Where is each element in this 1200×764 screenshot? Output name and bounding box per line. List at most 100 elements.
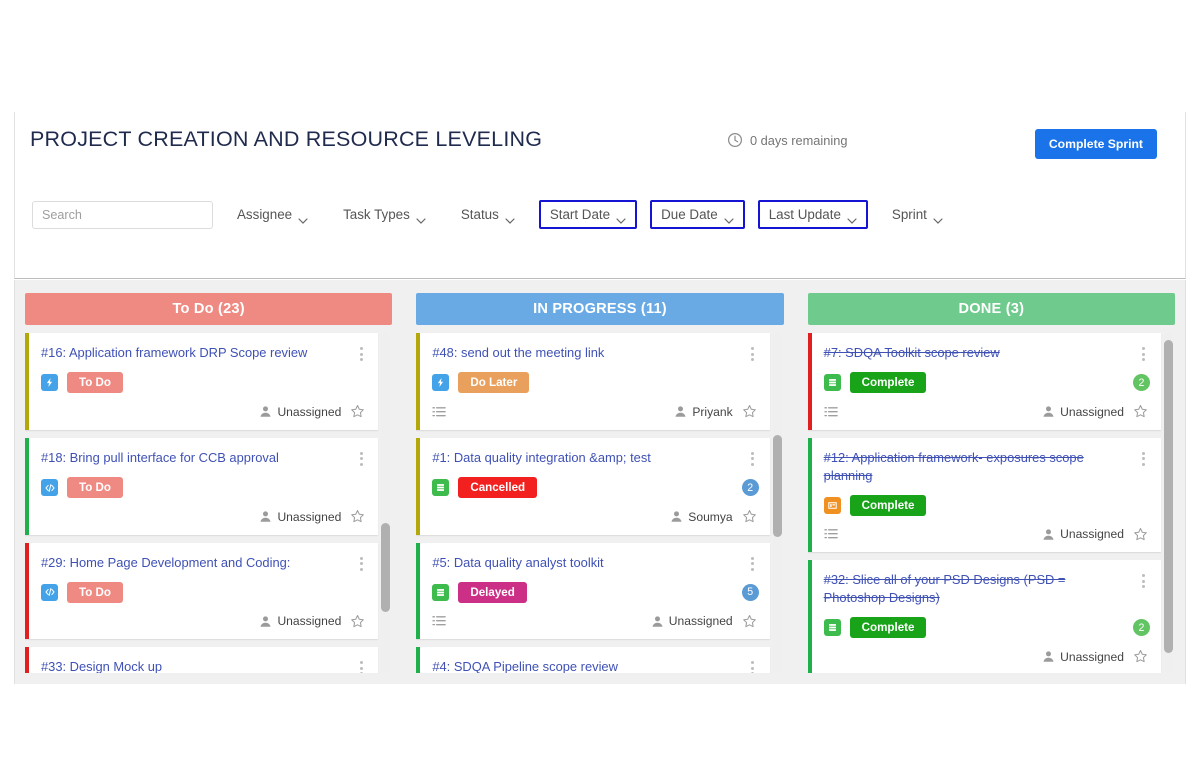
filter-label: Due Date xyxy=(661,207,718,222)
person-icon xyxy=(1042,650,1055,663)
task-card[interactable]: #29: Home Page Development and Coding: To… xyxy=(25,542,379,640)
task-title[interactable]: #29: Home Page Development and Coding: xyxy=(41,554,365,572)
filter-due-date[interactable]: Due Date xyxy=(650,200,745,229)
task-card[interactable]: #4: SDQA Pipeline scope review xyxy=(416,647,770,673)
search-box[interactable] xyxy=(32,200,213,229)
task-title[interactable]: #1: Data quality integration &amp; test xyxy=(432,449,756,467)
column-body: #7: SDQA Toolkit scope review Complete 2 Un… xyxy=(807,333,1175,673)
assignee-name: Unassigned xyxy=(277,614,342,629)
filter-label: Last Update xyxy=(768,207,841,222)
task-title[interactable]: #18: Bring pull interface for CCB approv… xyxy=(41,449,365,467)
task-card[interactable]: #16: Application framework DRP Scope rev… xyxy=(25,333,379,430)
days-remaining-label: 0 days remaining xyxy=(750,132,848,148)
column-scrollbar-thumb[interactable] xyxy=(772,435,782,537)
assignee[interactable]: Unassigned xyxy=(1042,405,1124,419)
task-card[interactable]: #7: SDQA Toolkit scope review Complete 2 Un… xyxy=(807,333,1161,430)
task-meta-row: Delayed 5 xyxy=(432,581,759,603)
card-menu-icon[interactable] xyxy=(746,659,760,673)
task-title[interactable]: #12: Application framework- exposures sc… xyxy=(824,449,1148,485)
assignee[interactable]: Unassigned xyxy=(259,405,341,419)
card-menu-icon[interactable] xyxy=(1137,345,1151,363)
card-menu-icon[interactable] xyxy=(1137,572,1151,590)
task-title[interactable]: #4: SDQA Pipeline scope review xyxy=(432,658,756,673)
task-title[interactable]: #32: Slice all of your PSD Designs (PSD … xyxy=(824,571,1148,607)
card-menu-icon[interactable] xyxy=(746,450,760,468)
card-menu-icon[interactable] xyxy=(746,345,760,363)
stack-icon xyxy=(823,619,841,637)
task-meta-row: To Do xyxy=(41,372,365,394)
filter-label: Assignee xyxy=(237,207,293,222)
star-icon[interactable] xyxy=(742,404,757,419)
stack-icon xyxy=(432,583,450,601)
sprint-remaining: 0 days remaining xyxy=(727,132,847,148)
column-scrollbar-track[interactable] xyxy=(381,333,391,673)
star-icon[interactable] xyxy=(1133,404,1148,419)
task-footer: Unassigned xyxy=(432,612,756,630)
task-title[interactable]: #48: send out the meeting link xyxy=(432,344,756,362)
assignee[interactable]: Unassigned xyxy=(1042,650,1124,664)
card-menu-icon[interactable] xyxy=(1137,450,1151,468)
task-card[interactable]: #5: Data quality analyst toolkit Delayed 5… xyxy=(416,542,770,640)
assignee-name: Unassigned xyxy=(1060,404,1124,419)
filter-assignee[interactable]: Assignee xyxy=(226,200,319,229)
task-card[interactable]: #12: Application framework- exposures sc… xyxy=(807,437,1161,553)
column-header: DONE (3) xyxy=(807,293,1175,325)
assignee[interactable]: Soumya xyxy=(670,510,733,524)
card-menu-icon[interactable] xyxy=(354,659,368,673)
filter-start-date[interactable]: Start Date xyxy=(538,200,638,229)
person-icon xyxy=(670,510,683,523)
assignee[interactable]: Unassigned xyxy=(259,614,341,628)
star-icon[interactable] xyxy=(350,509,365,524)
filter-items: Assignee Task Types Status Start Date Due Da… xyxy=(213,200,954,229)
task-meta-row: Do Later xyxy=(432,372,756,394)
complete-sprint-button[interactable]: Complete Sprint xyxy=(1034,129,1157,159)
star-icon[interactable] xyxy=(350,614,365,629)
status-badge: To Do xyxy=(67,372,123,394)
task-title[interactable]: #7: SDQA Toolkit scope review xyxy=(824,344,1148,362)
code-icon xyxy=(41,479,58,497)
task-title[interactable]: #16: Application framework DRP Scope rev… xyxy=(41,344,365,362)
card-menu-icon[interactable] xyxy=(354,345,368,363)
status-badge: To Do xyxy=(67,477,123,499)
description-icon xyxy=(432,614,447,628)
assignee[interactable]: Unassigned xyxy=(259,510,341,524)
column-scrollbar-thumb[interactable] xyxy=(1163,339,1173,653)
star-icon[interactable] xyxy=(742,509,757,524)
task-card[interactable]: #18: Bring pull interface for CCB approv… xyxy=(25,437,379,535)
task-card[interactable]: #48: send out the meeting link Do Later Pr… xyxy=(416,333,770,430)
filter-task-types[interactable]: Task Types xyxy=(332,200,437,229)
star-icon[interactable] xyxy=(1133,649,1148,664)
task-meta-row: Cancelled 2 xyxy=(432,477,759,499)
task-card[interactable]: #33: Design Mock up xyxy=(25,647,379,673)
column-scrollbar-thumb[interactable] xyxy=(381,523,391,612)
assignee-name: Priyank xyxy=(692,404,733,419)
assignee[interactable]: Unassigned xyxy=(651,614,733,628)
card-menu-icon[interactable] xyxy=(354,555,368,573)
filter-last-update[interactable]: Last Update xyxy=(757,200,868,229)
status-badge: Cancelled xyxy=(458,477,538,499)
task-meta-row: Complete xyxy=(823,494,1148,516)
search-input[interactable] xyxy=(33,201,212,228)
status-badge: Complete xyxy=(849,372,927,394)
assignee[interactable]: Priyank xyxy=(674,404,733,419)
task-title[interactable]: #5: Data quality analyst toolkit xyxy=(432,554,756,572)
task-card[interactable]: #1: Data quality integration &amp; test C… xyxy=(416,437,770,535)
column-header: To Do (23) xyxy=(25,293,393,325)
star-icon[interactable] xyxy=(1133,527,1148,542)
assignee-name: Unassigned xyxy=(277,404,342,419)
filter-label: Sprint xyxy=(891,207,927,222)
board-column: To Do (23) #16: Application framework DRP… xyxy=(25,293,393,684)
task-title[interactable]: #33: Design Mock up xyxy=(41,658,365,673)
star-icon[interactable] xyxy=(350,404,365,419)
card-menu-icon[interactable] xyxy=(746,555,760,573)
task-card[interactable]: #32: Slice all of your PSD Designs (PSD … xyxy=(807,560,1161,673)
column-card-list: #7: SDQA Toolkit scope review Complete 2 Un… xyxy=(807,333,1175,673)
task-footer: Unassigned xyxy=(823,525,1148,543)
filter-sprint[interactable]: Sprint xyxy=(881,200,954,229)
column-card-list: #48: send out the meeting link Do Later Pr… xyxy=(416,333,783,673)
filter-status[interactable]: Status xyxy=(450,200,526,229)
card-menu-icon[interactable] xyxy=(354,450,368,468)
star-icon[interactable] xyxy=(742,614,757,629)
status-badge: To Do xyxy=(67,581,123,603)
assignee[interactable]: Unassigned xyxy=(1042,527,1124,541)
